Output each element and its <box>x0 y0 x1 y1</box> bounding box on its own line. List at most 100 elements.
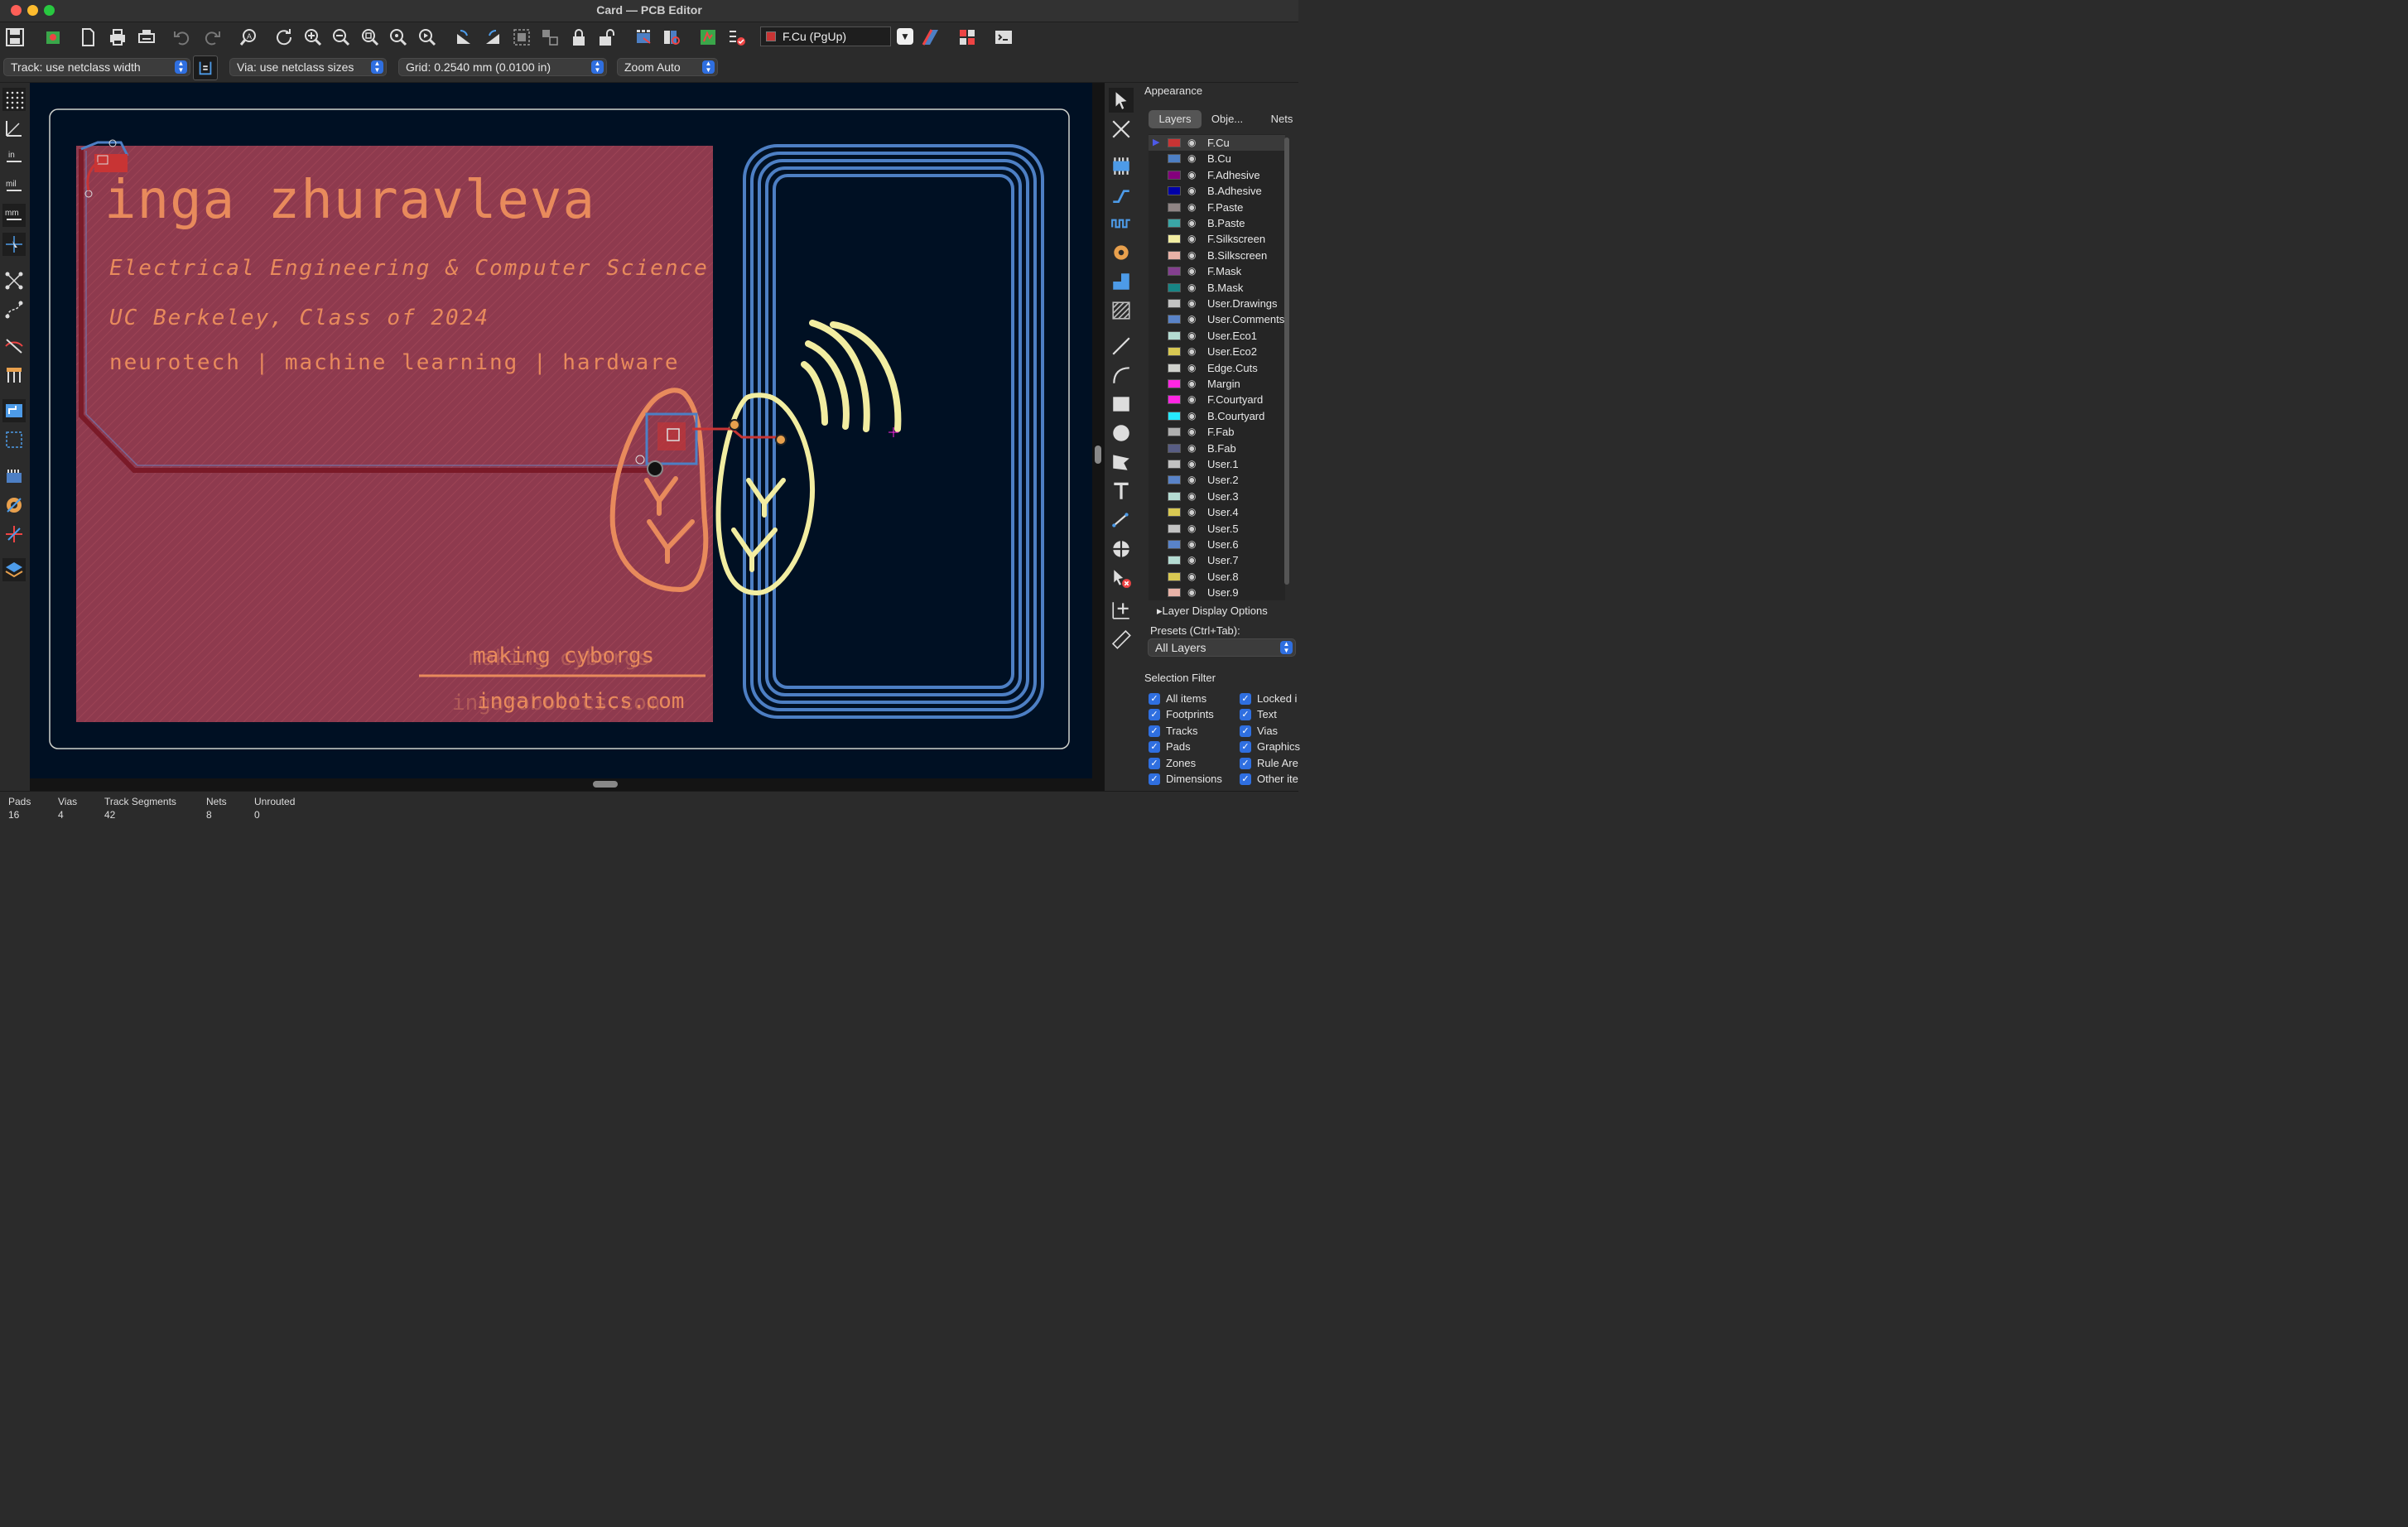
zoom-selection-icon[interactable] <box>416 26 439 49</box>
selection-filter-checkbox[interactable]: ✓ <box>1149 773 1160 785</box>
eye-icon[interactable]: ◉ <box>1187 360 1196 376</box>
horizontal-scrollbar[interactable] <box>30 778 1092 791</box>
eye-icon[interactable]: ◉ <box>1187 472 1196 488</box>
plot-icon[interactable] <box>135 26 158 49</box>
selection-filter-checkbox[interactable]: ✓ <box>1240 725 1251 737</box>
layer-color-swatch[interactable] <box>1168 571 1181 581</box>
selection-filter-checkbox[interactable]: ✓ <box>1149 709 1160 721</box>
layer-color-swatch[interactable] <box>1168 556 1181 566</box>
layer-row[interactable]: ◉ F.Silkscreen <box>1149 231 1285 247</box>
ungroup-icon[interactable] <box>538 26 561 49</box>
layer-row[interactable]: ◉ Margin <box>1149 376 1285 392</box>
eye-icon[interactable]: ◉ <box>1187 408 1196 424</box>
eye-icon[interactable]: ◉ <box>1187 183 1196 199</box>
scripting-console-icon[interactable] <box>992 26 1015 49</box>
layer-row[interactable]: ◉ User.Comments <box>1149 311 1285 327</box>
eye-icon[interactable]: ◉ <box>1187 200 1196 215</box>
layer-color-swatch[interactable] <box>1168 379 1181 388</box>
delete-tool-icon[interactable] <box>1109 566 1134 590</box>
eye-icon[interactable]: ◉ <box>1187 441 1196 456</box>
eye-icon[interactable]: ◉ <box>1187 328 1196 344</box>
layer-color-swatch[interactable] <box>1168 202 1181 212</box>
zoom-objects-icon[interactable] <box>387 26 410 49</box>
eye-icon[interactable]: ◉ <box>1187 376 1196 392</box>
eye-icon[interactable]: ◉ <box>1187 248 1196 263</box>
eye-icon[interactable]: ◉ <box>1187 280 1196 296</box>
footprint-browser-icon[interactable] <box>660 26 683 49</box>
footprint-display-icon[interactable] <box>2 465 26 488</box>
selection-filter-checkbox[interactable]: ✓ <box>1149 725 1160 737</box>
layer-row[interactable]: ◉ B.Fab <box>1149 441 1285 456</box>
via-display-icon[interactable] <box>2 494 26 517</box>
layer-display-options-toggle[interactable]: ▸Layer Display Options <box>1157 605 1268 618</box>
layer-color-swatch[interactable] <box>1168 186 1181 196</box>
footprint-editor-icon[interactable] <box>632 26 655 49</box>
layer-row[interactable]: ◉ F.Paste <box>1149 200 1285 215</box>
grid-toggle-icon[interactable] <box>2 88 26 111</box>
draw-polygon-icon[interactable] <box>1109 450 1134 474</box>
track-width-select[interactable]: Track: use netclass width ▲ ▼ <box>3 58 190 76</box>
hide-tracks-icon[interactable] <box>2 335 26 358</box>
layer-color-swatch[interactable] <box>1168 443 1181 453</box>
zone-outline-icon[interactable] <box>2 428 26 451</box>
page-settings-icon[interactable] <box>76 26 99 49</box>
layer-row[interactable]: ◉ User.7 <box>1149 552 1285 568</box>
layer-row[interactable]: ◉ F.Fab <box>1149 424 1285 440</box>
drc-icon[interactable] <box>725 26 749 49</box>
cursor-crosshair-icon[interactable] <box>2 233 26 256</box>
refresh-icon[interactable] <box>272 26 296 49</box>
layer-row[interactable]: ◉ B.Cu <box>1149 151 1285 166</box>
lock-icon[interactable] <box>567 26 590 49</box>
layer-row[interactable]: ◉ B.Adhesive <box>1149 183 1285 199</box>
layer-row[interactable]: ◉ B.Courtyard <box>1149 408 1285 424</box>
pad-display-icon[interactable] <box>2 364 26 387</box>
layer-color-swatch[interactable] <box>1168 138 1181 147</box>
add-footprint-icon[interactable] <box>1109 153 1134 178</box>
layer-color-swatch[interactable] <box>1168 267 1181 277</box>
layer-color-swatch[interactable] <box>1168 411 1181 421</box>
layer-color-swatch[interactable] <box>1168 588 1181 598</box>
group-icon[interactable] <box>510 26 533 49</box>
unlock-icon[interactable] <box>595 26 619 49</box>
set-origin-icon[interactable] <box>1109 537 1134 561</box>
layer-color-swatch[interactable] <box>1168 250 1181 260</box>
units-mil-icon[interactable]: mil <box>2 175 26 198</box>
eye-icon[interactable]: ◉ <box>1187 135 1196 151</box>
print-icon[interactable] <box>106 26 129 49</box>
grid-origin-icon[interactable] <box>1109 598 1134 623</box>
layer-list[interactable]: ▶ ◉ F.Cu ◉ B.Cu ◉ F.Adhesive ◉ B.Adhesive ◉ F.Past… <box>1149 134 1285 600</box>
eye-icon[interactable]: ◉ <box>1187 552 1196 568</box>
units-inch-icon[interactable]: in <box>2 146 26 169</box>
eye-icon[interactable]: ◉ <box>1187 215 1196 231</box>
draw-line-icon[interactable] <box>1109 334 1134 359</box>
find-icon[interactable]: A <box>237 26 260 49</box>
selection-filter-checkbox[interactable]: ✓ <box>1149 757 1160 769</box>
layer-color-swatch[interactable] <box>1168 427 1181 437</box>
eye-icon[interactable]: ◉ <box>1187 392 1196 407</box>
layer-color-swatch[interactable] <box>1168 282 1181 292</box>
layer-color-swatch[interactable] <box>1168 330 1181 340</box>
eye-icon[interactable]: ◉ <box>1187 489 1196 504</box>
presets-select[interactable]: All Layers ▲ ▼ <box>1148 638 1296 657</box>
layers-manager-icon[interactable] <box>2 558 26 581</box>
layer-row[interactable]: ◉ F.Adhesive <box>1149 167 1285 183</box>
selection-filter-checkbox[interactable]: ✓ <box>1240 709 1251 721</box>
selection-filter-checkbox[interactable]: ✓ <box>1240 693 1251 705</box>
add-rule-area-icon[interactable] <box>1109 298 1134 323</box>
layer-color-swatch[interactable] <box>1168 508 1181 518</box>
rotate-cw-icon[interactable] <box>481 26 504 49</box>
zoom-in-icon[interactable] <box>301 26 325 49</box>
layer-row[interactable]: ◉ B.Paste <box>1149 215 1285 231</box>
eye-icon[interactable]: ◉ <box>1187 537 1196 552</box>
scripting-plugins-icon[interactable] <box>956 26 979 49</box>
layer-row[interactable]: ▶ ◉ F.Cu <box>1149 135 1285 151</box>
layer-row[interactable]: ◉ User.Eco1 <box>1149 328 1285 344</box>
horizontal-scroll-thumb[interactable] <box>593 781 618 788</box>
via-size-select[interactable]: Via: use netclass sizes ▲ ▼ <box>229 58 387 76</box>
eye-icon[interactable]: ◉ <box>1187 231 1196 247</box>
zoom-fit-icon[interactable] <box>359 26 382 49</box>
layer-pair-icon[interactable] <box>919 26 942 49</box>
redo-icon[interactable] <box>200 26 224 49</box>
layer-row[interactable]: ◉ User.2 <box>1149 472 1285 488</box>
tune-length-icon[interactable] <box>1109 211 1134 236</box>
